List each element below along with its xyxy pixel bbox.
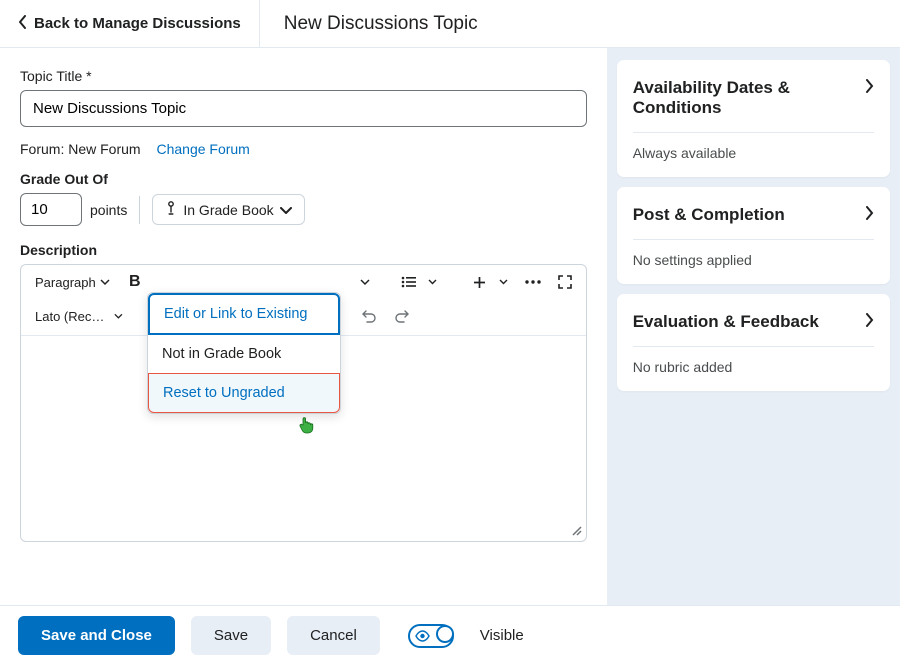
topic-title-input[interactable] xyxy=(20,90,587,127)
chevron-right-icon xyxy=(865,78,874,98)
footer: Save and Close Save Cancel Visible xyxy=(0,605,900,665)
panel-eval-header[interactable]: Evaluation & Feedback xyxy=(633,312,874,332)
save-button[interactable]: Save xyxy=(191,616,271,655)
eye-icon xyxy=(415,629,430,646)
font-select-label: Lato (Recom... xyxy=(35,309,110,324)
bold-button[interactable]: B xyxy=(122,269,148,295)
page-title: New Discussions Topic xyxy=(260,13,478,35)
panel-availability-title: Availability Dates & Conditions xyxy=(633,78,865,118)
font-select[interactable]: Lato (Recom... xyxy=(29,305,129,328)
undo-button[interactable] xyxy=(356,303,382,329)
divider xyxy=(139,196,140,224)
panel-eval-title: Evaluation & Feedback xyxy=(633,312,819,332)
panel-post-header[interactable]: Post & Completion xyxy=(633,205,874,225)
paragraph-select[interactable]: Paragraph xyxy=(29,271,116,294)
chevron-left-icon xyxy=(18,15,28,33)
description-label: Description xyxy=(20,242,587,258)
paragraph-select-label: Paragraph xyxy=(35,275,96,290)
panel-post-title: Post & Completion xyxy=(633,205,785,225)
side-column: Availability Dates & Conditions Always a… xyxy=(607,48,900,605)
more-button[interactable] xyxy=(520,269,546,295)
main-column: Topic Title * Forum: New Forum Change Fo… xyxy=(0,48,607,605)
cancel-button[interactable]: Cancel xyxy=(287,616,380,655)
grade-input[interactable] xyxy=(20,193,82,226)
panel-post-completion: Post & Completion No settings applied xyxy=(617,187,890,284)
forum-prefix: Forum: New Forum xyxy=(20,141,141,157)
redo-button[interactable] xyxy=(388,303,414,329)
gradebook-icon xyxy=(165,201,177,218)
body-wrap: Topic Title * Forum: New Forum Change Fo… xyxy=(0,48,900,605)
chevron-down-icon xyxy=(360,279,370,286)
gradebook-dropdown[interactable]: In Grade Book xyxy=(152,194,304,225)
panel-eval-sub: No rubric added xyxy=(633,359,874,375)
panel-availability: Availability Dates & Conditions Always a… xyxy=(617,60,890,177)
grade-row: points In Grade Book xyxy=(20,193,587,226)
menu-item-edit-link[interactable]: Edit or Link to Existing xyxy=(148,293,340,335)
gradebook-menu: Edit or Link to Existing Not in Grade Bo… xyxy=(147,292,341,414)
chevron-down-icon xyxy=(280,202,292,218)
grade-label: Grade Out Of xyxy=(20,171,587,187)
divider xyxy=(633,132,874,133)
forum-row: Forum: New Forum Change Forum xyxy=(20,141,587,157)
gradebook-dropdown-label: In Grade Book xyxy=(183,202,273,218)
chevron-right-icon xyxy=(865,312,874,332)
insert-button[interactable] xyxy=(467,269,493,295)
toggle-knob xyxy=(436,625,454,643)
points-label: points xyxy=(90,202,127,218)
change-forum-link[interactable]: Change Forum xyxy=(156,141,249,157)
menu-item-reset-ungraded[interactable]: Reset to Ungraded xyxy=(148,373,340,413)
divider xyxy=(633,239,874,240)
chevron-right-icon xyxy=(865,205,874,225)
page-header: Back to Manage Discussions New Discussio… xyxy=(0,0,900,48)
visibility-label: Visible xyxy=(480,627,524,644)
back-button[interactable]: Back to Manage Discussions xyxy=(0,0,260,47)
back-label: Back to Manage Discussions xyxy=(34,15,241,32)
chevron-down-icon xyxy=(499,279,508,285)
panel-availability-sub: Always available xyxy=(633,145,874,161)
save-and-close-button[interactable]: Save and Close xyxy=(18,616,175,655)
panel-post-sub: No settings applied xyxy=(633,252,874,268)
resize-handle-icon[interactable] xyxy=(570,523,582,539)
topic-title-label: Topic Title * xyxy=(20,68,587,84)
visibility-toggle[interactable] xyxy=(408,624,454,648)
menu-item-not-in-gradebook[interactable]: Not in Grade Book xyxy=(148,335,340,373)
list-button[interactable] xyxy=(396,269,422,295)
panel-availability-header[interactable]: Availability Dates & Conditions xyxy=(633,78,874,118)
chevron-down-icon xyxy=(428,279,437,285)
cursor-hand-icon xyxy=(298,416,314,437)
fullscreen-button[interactable] xyxy=(552,269,578,295)
panel-evaluation: Evaluation & Feedback No rubric added xyxy=(617,294,890,391)
divider xyxy=(633,346,874,347)
